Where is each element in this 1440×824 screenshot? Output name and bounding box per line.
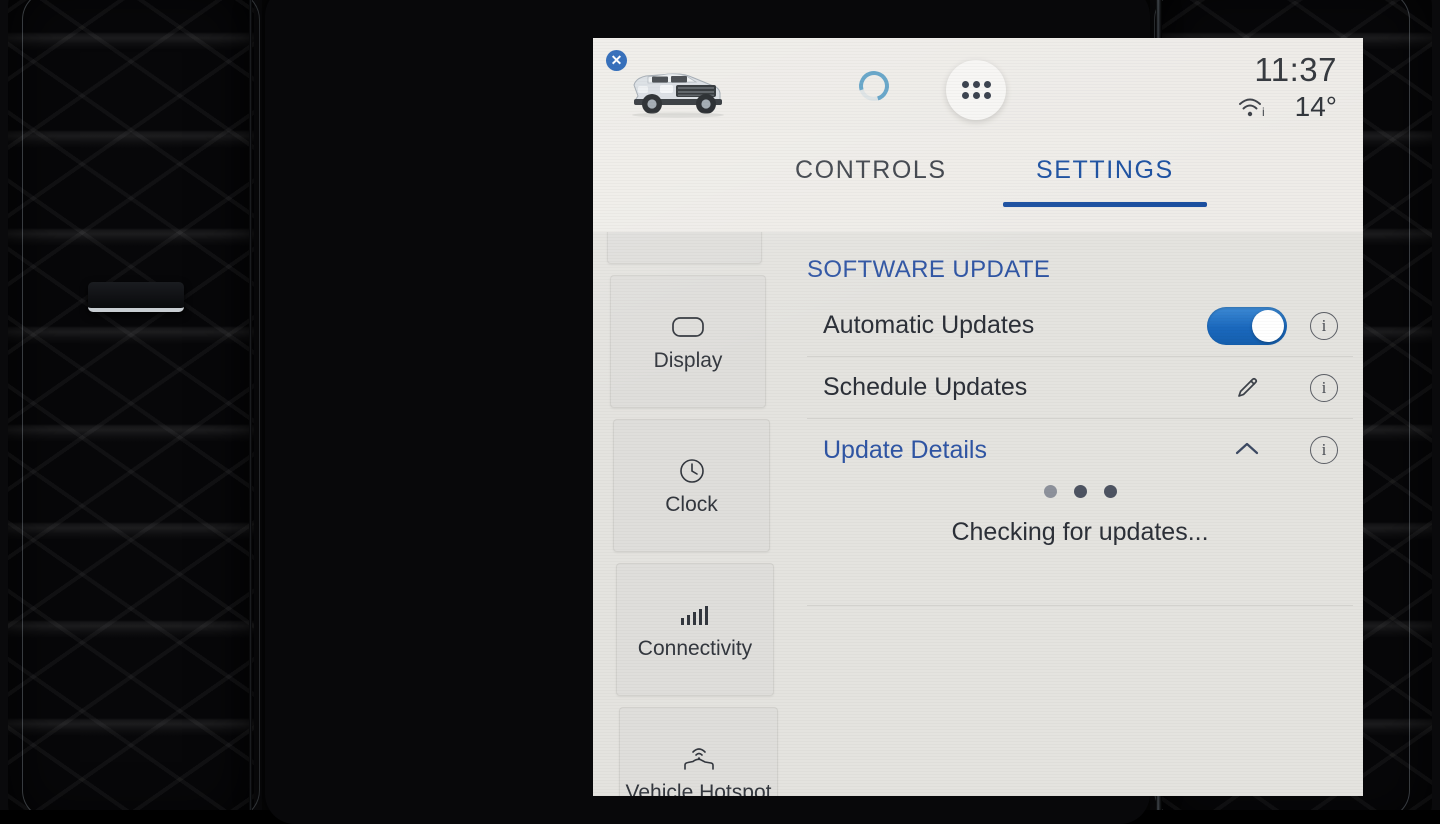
row-control <box>1199 306 1295 345</box>
signal-bars-icon <box>679 598 711 632</box>
vent-louvers-left <box>8 0 254 810</box>
alexa-ring-icon[interactable] <box>853 65 895 107</box>
loading-dots-icon <box>807 485 1353 498</box>
row-info: i <box>1295 373 1353 402</box>
row-label: Automatic Updates <box>823 311 1035 339</box>
info-icon[interactable]: i <box>1310 436 1338 464</box>
infotainment-screen: ✕ 11:37 i 14° CONTROLS SETTINGS Display … <box>593 38 1363 796</box>
wifi-info-icon[interactable]: i <box>1237 94 1271 120</box>
status-bar: ✕ 11:37 i 14° <box>593 38 1363 132</box>
info-icon[interactable]: i <box>1310 311 1338 340</box>
display-icon <box>671 310 705 344</box>
update-status-block: Checking for updates... <box>807 485 1353 547</box>
apps-grid-icon <box>961 81 991 99</box>
status-clock: 11:37 <box>1254 51 1337 88</box>
car-wifi-icon <box>679 742 719 776</box>
pencil-icon[interactable] <box>1232 373 1262 403</box>
infotainment-bezel: ✕ 11:37 i 14° CONTROLS SETTINGS Display … <box>265 0 1363 824</box>
section-title: SOFTWARE UPDATE <box>807 256 1051 283</box>
status-temperature: 14° <box>1294 91 1337 122</box>
pickup-truck-image[interactable] <box>616 52 734 118</box>
vent-divider-left <box>249 0 252 810</box>
section-divider <box>807 605 1353 606</box>
settings-content: SOFTWARE UPDATE Automatic Updates i Sche… <box>783 232 1363 796</box>
row-info: i <box>1295 436 1353 464</box>
sidebar-item-label: Vehicle Hotspot <box>625 781 772 796</box>
settings-sidebar: General Display <box>593 232 783 796</box>
tab-settings[interactable]: SETTINGS <box>1003 156 1207 207</box>
sidebar-item-clock[interactable]: Clock <box>613 419 770 552</box>
sidebar-item-label: Display <box>653 349 723 372</box>
row-label: Schedule Updates <box>823 373 1028 401</box>
vent-adjuster-tab-left[interactable] <box>88 282 184 312</box>
sidebar-item-vehicle-hotspot[interactable]: Vehicle Hotspot <box>619 707 778 796</box>
tab-controls[interactable]: CONTROLS <box>795 156 947 207</box>
info-icon[interactable]: i <box>1310 373 1338 402</box>
sidebar-item-label: Connectivity <box>637 637 753 660</box>
sidebar-item-display[interactable]: Display <box>610 275 766 408</box>
tab-bar: CONTROLS SETTINGS <box>593 132 1363 232</box>
sidebar-item-connectivity[interactable]: Connectivity <box>616 563 774 696</box>
svg-text:i: i <box>1262 105 1265 119</box>
chevron-up-icon[interactable] <box>1230 438 1264 462</box>
air-vent-left <box>0 0 262 810</box>
status-right-cluster: 11:37 i 14° <box>1237 52 1337 122</box>
row-control <box>1199 438 1295 462</box>
apps-grid-button[interactable] <box>946 60 1006 120</box>
update-status-text: Checking for updates... <box>951 518 1209 546</box>
vent-honeycomb-pattern-left <box>8 0 254 810</box>
toggle-knob <box>1252 309 1284 342</box>
clock-icon <box>677 454 707 488</box>
sidebar-item-label: General <box>647 232 722 237</box>
row-update-details[interactable]: Update Details i <box>807 419 1353 481</box>
row-label: Update Details <box>823 435 987 464</box>
sidebar-item-label: Clock <box>665 493 718 516</box>
settings-body: General Display <box>593 232 1363 796</box>
vehicle-dashboard: ✕ 11:37 i 14° CONTROLS SETTINGS Display … <box>0 0 1440 824</box>
row-schedule-updates[interactable]: Schedule Updates i <box>807 357 1353 419</box>
status-secondary-row: i 14° <box>1237 92 1337 122</box>
row-control <box>1199 373 1295 403</box>
row-automatic-updates[interactable]: Automatic Updates i <box>807 295 1353 357</box>
row-info: i <box>1295 311 1353 340</box>
automatic-updates-toggle[interactable] <box>1207 306 1287 345</box>
sidebar-item-general[interactable]: General <box>607 232 762 264</box>
